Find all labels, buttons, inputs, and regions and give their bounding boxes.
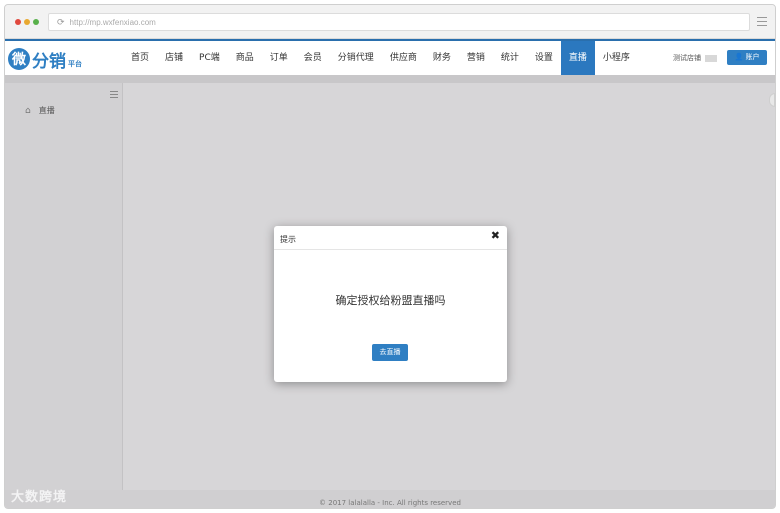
nav-item[interactable]: 首页 (123, 41, 157, 75)
nav-item[interactable]: 店铺 (157, 41, 191, 75)
confirm-dialog: 提示 ✖ 确定授权给粉盟直播吗 去直播 (274, 226, 507, 382)
close-icon[interactable]: ✖ (491, 229, 500, 242)
url-text: http://mp.wxfenxiao.com (69, 18, 156, 27)
logo-sub: 平台 (68, 60, 82, 68)
watermark: 大数跨境 (11, 490, 68, 505)
nav-item[interactable]: 统计 (493, 41, 527, 75)
nav-item[interactable]: 直播 (560, 41, 595, 75)
sidebar-item-label: 直播 (38, 106, 55, 115)
top-navigation: 微 分销 平台 首页 店铺 PC端 商品 订单 会员 分销代理 供应商 财务 营销 统计 设置 直播 小程… (5, 39, 775, 75)
nav-item[interactable]: PC端 (191, 41, 228, 75)
nav-items: 首页 店铺 PC端 商品 订单 会员 分销代理 供应商 财务 营销 统计 设置 直播 小程序 (123, 41, 638, 75)
reload-icon[interactable]: ⟳ (57, 14, 65, 30)
minimize-window-dot[interactable] (24, 19, 30, 25)
dialog-message: 确定授权给粉盟直播吗 (335, 294, 446, 307)
sidebar: ⌂ 直播 (5, 83, 123, 490)
side-drawer-handle[interactable] (769, 93, 775, 107)
nav-item[interactable]: 营销 (459, 41, 493, 75)
logo-name: 分销 (32, 51, 66, 72)
address-bar[interactable]: ⟳ http://mp.wxfenxiao.com (48, 13, 750, 31)
user-icon: 👤 (734, 53, 744, 61)
nav-item[interactable]: 分销代理 (330, 41, 382, 75)
sidebar-collapse-icon[interactable] (110, 89, 118, 100)
dialog-title: 提示 (280, 235, 296, 244)
account-button[interactable]: 👤 账户 (727, 50, 767, 65)
nav-item[interactable]: 小程序 (595, 41, 638, 75)
shop-toggle-icon[interactable] (705, 54, 717, 62)
nav-item[interactable]: 订单 (262, 41, 296, 75)
account-label: 账户 (745, 53, 760, 61)
go-live-button[interactable]: 去直播 (372, 344, 408, 361)
close-window-dot[interactable] (15, 19, 21, 25)
home-icon: ⌂ (25, 105, 31, 116)
nav-item[interactable]: 商品 (228, 41, 262, 75)
shop-label: 测试店铺 (673, 54, 701, 62)
logo[interactable]: 微 分销 平台 (8, 45, 82, 73)
footer-text: © 2017 lalalalla - Inc. All rights reser… (319, 499, 461, 507)
browser-chrome: ⟳ http://mp.wxfenxiao.com (5, 5, 775, 39)
shop-switcher[interactable]: 测试店铺 (673, 53, 717, 63)
maximize-window-dot[interactable] (33, 19, 39, 25)
browser-menu-icon[interactable] (757, 14, 767, 26)
dialog-header: 提示 ✖ (274, 226, 507, 250)
browser-window: ⟳ http://mp.wxfenxiao.com 微 分销 平台 首页 店铺 PC端… (4, 4, 776, 509)
nav-item[interactable]: 会员 (296, 41, 330, 75)
nav-item[interactable]: 供应商 (382, 41, 425, 75)
nav-item[interactable]: 设置 (527, 41, 561, 75)
nav-item[interactable]: 财务 (425, 41, 459, 75)
logo-badge: 微 (8, 48, 30, 70)
sidebar-item-live[interactable]: ⌂ 直播 (25, 105, 55, 116)
toolbar-strip (5, 75, 775, 83)
footer: © 2017 lalalalla - Inc. All rights reser… (5, 490, 775, 508)
